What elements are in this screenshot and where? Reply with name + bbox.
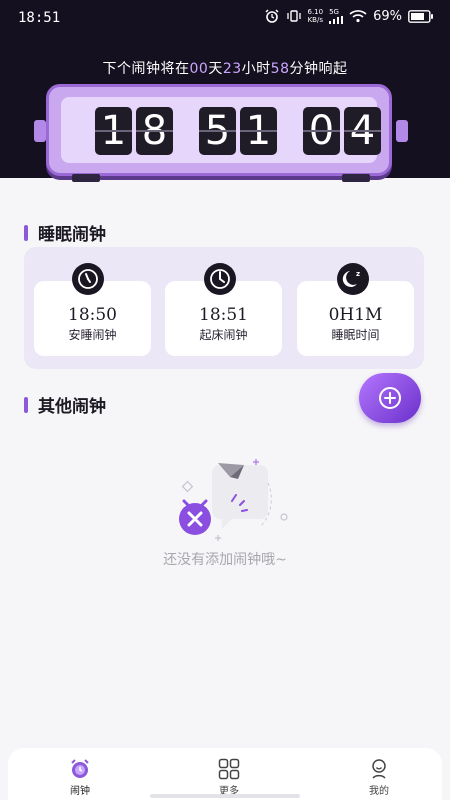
second-digits: 0 4 bbox=[303, 107, 381, 155]
sleep-panel: 18:50 安睡闹钟 18:51 起床闹钟 0H1M 睡眠时间 z bbox=[24, 247, 424, 369]
empty-state-text: 还没有添加闹钟哦~ bbox=[163, 552, 287, 568]
status-icons: 6.10 KB/s 5G 69% bbox=[264, 8, 435, 24]
nav-item-profile[interactable]: 我的 bbox=[349, 758, 409, 797]
countdown-hours-unit: 小时 bbox=[241, 61, 271, 77]
flip-digit: 0 bbox=[303, 107, 340, 155]
clock-knob-left bbox=[34, 120, 46, 142]
flip-digit: 5 bbox=[199, 107, 236, 155]
wake-alarm-time: 18:51 bbox=[199, 305, 248, 325]
profile-icon bbox=[372, 759, 386, 779]
vibrate-icon bbox=[286, 10, 301, 22]
title-accent-bar bbox=[24, 396, 28, 413]
bottom-nav: 闹钟 更多 我的 bbox=[8, 748, 442, 800]
other-section-title: 其他闹钟 bbox=[24, 392, 106, 417]
other-section-title-text: 其他闹钟 bbox=[38, 397, 106, 417]
countdown-hours: 23 bbox=[222, 61, 242, 77]
alarm-clock-icon bbox=[71, 759, 89, 778]
sleep-alarm-time: 18:50 bbox=[68, 305, 117, 325]
countdown-minutes-unit: 分钟响起 bbox=[289, 61, 348, 77]
net-speed: 6.10 KB/s bbox=[308, 8, 324, 24]
clock-knob-right bbox=[396, 120, 408, 142]
next-alarm-countdown: 下个闹钟将在00天23小时58分钟响起 bbox=[0, 58, 450, 78]
status-time: 18:51 bbox=[18, 10, 61, 26]
flip-digit: 8 bbox=[136, 107, 173, 155]
status-bar: 18:51 6.10 KB/s 5G 69% bbox=[0, 0, 450, 36]
clock-icon bbox=[72, 263, 104, 295]
clock-body: 1 8 5 1 0 4 bbox=[46, 84, 392, 176]
clock-foot-left bbox=[72, 174, 100, 182]
network-type: 5G bbox=[329, 8, 339, 16]
add-icon bbox=[379, 387, 401, 409]
header-panel: 18:51 6.10 KB/s 5G 69% 下个闹钟将在00天23小时58分钟… bbox=[0, 0, 450, 182]
moon-sleep-icon: z bbox=[337, 263, 369, 295]
countdown-days-unit: 天 bbox=[208, 61, 223, 77]
sleep-alarm-label: 安睡闹钟 bbox=[68, 328, 117, 342]
nav-item-more[interactable]: 更多 bbox=[199, 758, 259, 797]
flip-digit: 1 bbox=[240, 107, 277, 155]
countdown-minutes: 58 bbox=[270, 61, 290, 77]
flip-digit: 4 bbox=[344, 107, 381, 155]
flip-digit: 1 bbox=[95, 107, 132, 155]
countdown-prefix: 下个闹钟将在 bbox=[102, 61, 190, 77]
svg-text:z: z bbox=[356, 270, 360, 278]
title-accent-bar bbox=[24, 224, 28, 241]
clock-foot-right bbox=[342, 174, 370, 182]
nav-item-alarm[interactable]: 闹钟 bbox=[50, 758, 110, 797]
sleep-section-title: 睡眠闹钟 bbox=[24, 220, 106, 245]
nav-label-profile: 我的 bbox=[369, 786, 389, 797]
sleep-section-title-text: 睡眠闹钟 bbox=[38, 225, 106, 245]
net-speed-value: 6.10 bbox=[307, 8, 324, 16]
sleep-duration-label: 睡眠时间 bbox=[331, 328, 380, 342]
clock-icon bbox=[204, 263, 236, 295]
battery-text: 69% bbox=[373, 8, 402, 24]
signal-icon bbox=[329, 16, 344, 24]
sleep-duration-value: 0H1M bbox=[328, 305, 383, 325]
empty-state-illustration bbox=[179, 459, 288, 541]
add-alarm-button[interactable] bbox=[359, 373, 421, 423]
battery-icon bbox=[408, 9, 433, 23]
hour-digits: 1 8 bbox=[95, 107, 173, 155]
grid-icon bbox=[218, 758, 240, 780]
alarm-status-icon bbox=[264, 9, 279, 23]
countdown-days: 00 bbox=[189, 61, 209, 77]
minute-digits: 5 1 bbox=[199, 107, 277, 155]
nav-label-alarm: 闹钟 bbox=[70, 786, 90, 797]
wake-alarm-label: 起床闹钟 bbox=[199, 328, 248, 342]
home-indicator bbox=[150, 794, 300, 798]
net-speed-unit: KB/s bbox=[307, 16, 323, 24]
wifi-icon bbox=[349, 10, 367, 23]
flip-clock: 1 8 5 1 0 4 bbox=[32, 82, 410, 182]
network-indicator: 5G bbox=[329, 8, 344, 24]
